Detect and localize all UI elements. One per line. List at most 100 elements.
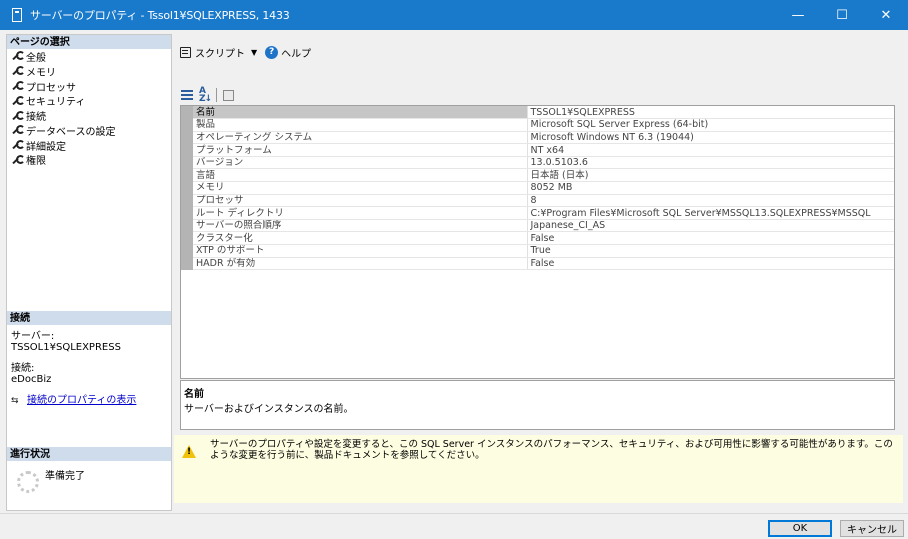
page-item-permissions[interactable]: 権限: [11, 153, 171, 168]
row-gutter: [181, 219, 193, 232]
page-item-label: プロセッサ: [26, 82, 76, 94]
progress-status: 準備完了: [45, 471, 85, 482]
page-item-label: セキュリティ: [26, 97, 86, 109]
description-text: サーバーおよびインスタンスの名前。: [184, 404, 354, 415]
wrench-icon: [11, 154, 25, 165]
row-gutter: [181, 118, 193, 132]
property-value[interactable]: 8: [527, 194, 894, 208]
property-row[interactable]: サーバーの照合順序 Japanese_CI_AS: [181, 219, 894, 233]
page-item-label: 接続: [26, 112, 46, 124]
property-value[interactable]: 13.0.5103.6: [527, 156, 894, 170]
categorized-button[interactable]: [180, 88, 194, 102]
server-label: サーバー:: [11, 331, 55, 342]
property-row[interactable]: クラスター化 False: [181, 231, 894, 246]
property-value[interactable]: C:¥Program Files¥Microsoft SQL Server¥MS…: [527, 206, 894, 220]
sidebar: ページの選択 全般 メモリ プロセッサ セキュリティ 接続 データベースの設定 …: [6, 34, 172, 511]
cancel-button[interactable]: キャンセル: [840, 520, 904, 537]
property-name: HADR が有効: [193, 257, 528, 271]
toolbar: スクリプト ▼ ? ヘルプ: [180, 44, 319, 60]
page-item-general[interactable]: 全般: [11, 49, 171, 64]
description-title: 名前: [184, 389, 204, 400]
property-value[interactable]: NT x64: [527, 143, 894, 157]
minimize-button[interactable]: —: [776, 0, 820, 30]
warning-text: サーバーのプロパティや設定を変更すると、この SQL Server インスタンス…: [210, 439, 893, 461]
property-row[interactable]: メモリ 8052 MB: [181, 181, 894, 195]
connection-value: eDocBiz: [11, 374, 52, 385]
title-bar: サーバーのプロパティ - Tssol1¥SQLEXPRESS, 1433 — ☐…: [0, 0, 908, 30]
page-item-label: 全般: [26, 52, 46, 64]
sort-alphabetical-icon: A Z↓: [198, 86, 212, 104]
page-item-processors[interactable]: プロセッサ: [11, 79, 171, 94]
ok-button[interactable]: OK: [768, 520, 832, 537]
property-name: クラスター化: [193, 231, 528, 246]
row-gutter: [181, 257, 193, 270]
progress-spinner-icon: [17, 471, 39, 493]
categorized-icon: [181, 90, 193, 100]
window-title: サーバーのプロパティ - Tssol1¥SQLEXPRESS, 1433: [30, 9, 290, 22]
warning-icon: [182, 445, 196, 458]
property-row[interactable]: ルート ディレクトリ C:¥Program Files¥Microsoft SQL…: [181, 206, 894, 220]
page-item-label: 権限: [26, 156, 46, 168]
property-name: オペレーティング システム: [193, 131, 528, 145]
page-item-database-settings[interactable]: データベースの設定: [11, 123, 171, 138]
property-value[interactable]: True: [527, 244, 894, 258]
property-value[interactable]: TSSOL1¥SQLEXPRESS: [527, 106, 894, 120]
property-row[interactable]: プラットフォーム NT x64: [181, 143, 894, 157]
app-icon: [12, 8, 22, 22]
close-button[interactable]: ✕: [864, 0, 908, 30]
property-value[interactable]: Microsoft SQL Server Express (64-bit): [527, 118, 894, 132]
page-item-label: データベースの設定: [26, 126, 116, 138]
wrench-icon: [11, 66, 25, 76]
script-label: スクリプト: [195, 48, 245, 60]
row-gutter: [181, 131, 193, 144]
wrench-icon: [11, 51, 25, 61]
property-row[interactable]: HADR が有効 False: [181, 257, 894, 271]
maximize-button[interactable]: ☐: [820, 0, 864, 30]
property-name: 名前: [193, 106, 528, 120]
page-item-label: メモリ: [26, 67, 56, 79]
wrench-icon: [11, 140, 25, 150]
property-row[interactable]: XTP のサポート True: [181, 244, 894, 258]
property-value[interactable]: False: [527, 231, 894, 246]
page-list: 全般 メモリ プロセッサ セキュリティ 接続 データベースの設定 詳細設定 権限: [7, 49, 171, 167]
property-grid-toolbar: A Z↓: [180, 86, 239, 104]
property-name: メモリ: [193, 181, 528, 195]
toolbar-divider: [216, 88, 217, 102]
property-name: プラットフォーム: [193, 143, 528, 157]
property-value[interactable]: Japanese_CI_AS: [527, 219, 894, 233]
wrench-icon: [11, 110, 25, 121]
wrench-icon: [11, 80, 25, 91]
property-row[interactable]: オペレーティング システム Microsoft Windows NT 6.3 (1…: [181, 131, 894, 145]
property-row[interactable]: 名前 TSSOL1¥SQLEXPRESS: [181, 106, 894, 120]
property-value[interactable]: False: [527, 257, 894, 271]
property-row[interactable]: 製品 Microsoft SQL Server Express (64-bit): [181, 118, 894, 132]
row-gutter: [181, 206, 193, 220]
property-value[interactable]: 日本語 (日本): [527, 168, 894, 183]
property-value[interactable]: Microsoft Windows NT 6.3 (19044): [527, 131, 894, 145]
property-pages-icon: [222, 89, 234, 101]
progress-info: 準備完了: [17, 467, 85, 493]
page-item-memory[interactable]: メモリ: [11, 64, 171, 79]
property-name: プロセッサ: [193, 194, 528, 208]
property-row[interactable]: バージョン 13.0.5103.6: [181, 156, 894, 170]
view-connection-properties-link[interactable]: 接続のプロパティの表示: [27, 395, 136, 406]
property-row[interactable]: 言語 日本語 (日本): [181, 168, 894, 183]
warning-panel: サーバーのプロパティや設定を変更すると、この SQL Server インスタンス…: [174, 435, 903, 503]
property-pages-button[interactable]: [221, 88, 235, 102]
page-item-security[interactable]: セキュリティ: [11, 93, 171, 108]
property-value[interactable]: 8052 MB: [527, 181, 894, 195]
page-item-connections[interactable]: 接続: [11, 108, 171, 123]
help-icon: ?: [265, 45, 279, 59]
script-button[interactable]: スクリプト ▼: [180, 45, 257, 60]
row-gutter: [181, 168, 193, 182]
property-row[interactable]: プロセッサ 8: [181, 194, 894, 208]
property-table: 名前 TSSOL1¥SQLEXPRESS 製品 Microsoft SQL Serve…: [181, 106, 894, 271]
property-grid: 名前 TSSOL1¥SQLEXPRESS 製品 Microsoft SQL Serve…: [180, 105, 895, 379]
page-item-label: 詳細設定: [26, 141, 66, 153]
row-gutter: [181, 194, 193, 207]
page-item-advanced[interactable]: 詳細設定: [11, 138, 171, 153]
alphabetical-button[interactable]: A Z↓: [198, 86, 212, 104]
row-gutter: [181, 143, 193, 157]
pages-header: ページの選択: [7, 35, 171, 49]
help-button[interactable]: ? ヘルプ: [265, 45, 311, 60]
